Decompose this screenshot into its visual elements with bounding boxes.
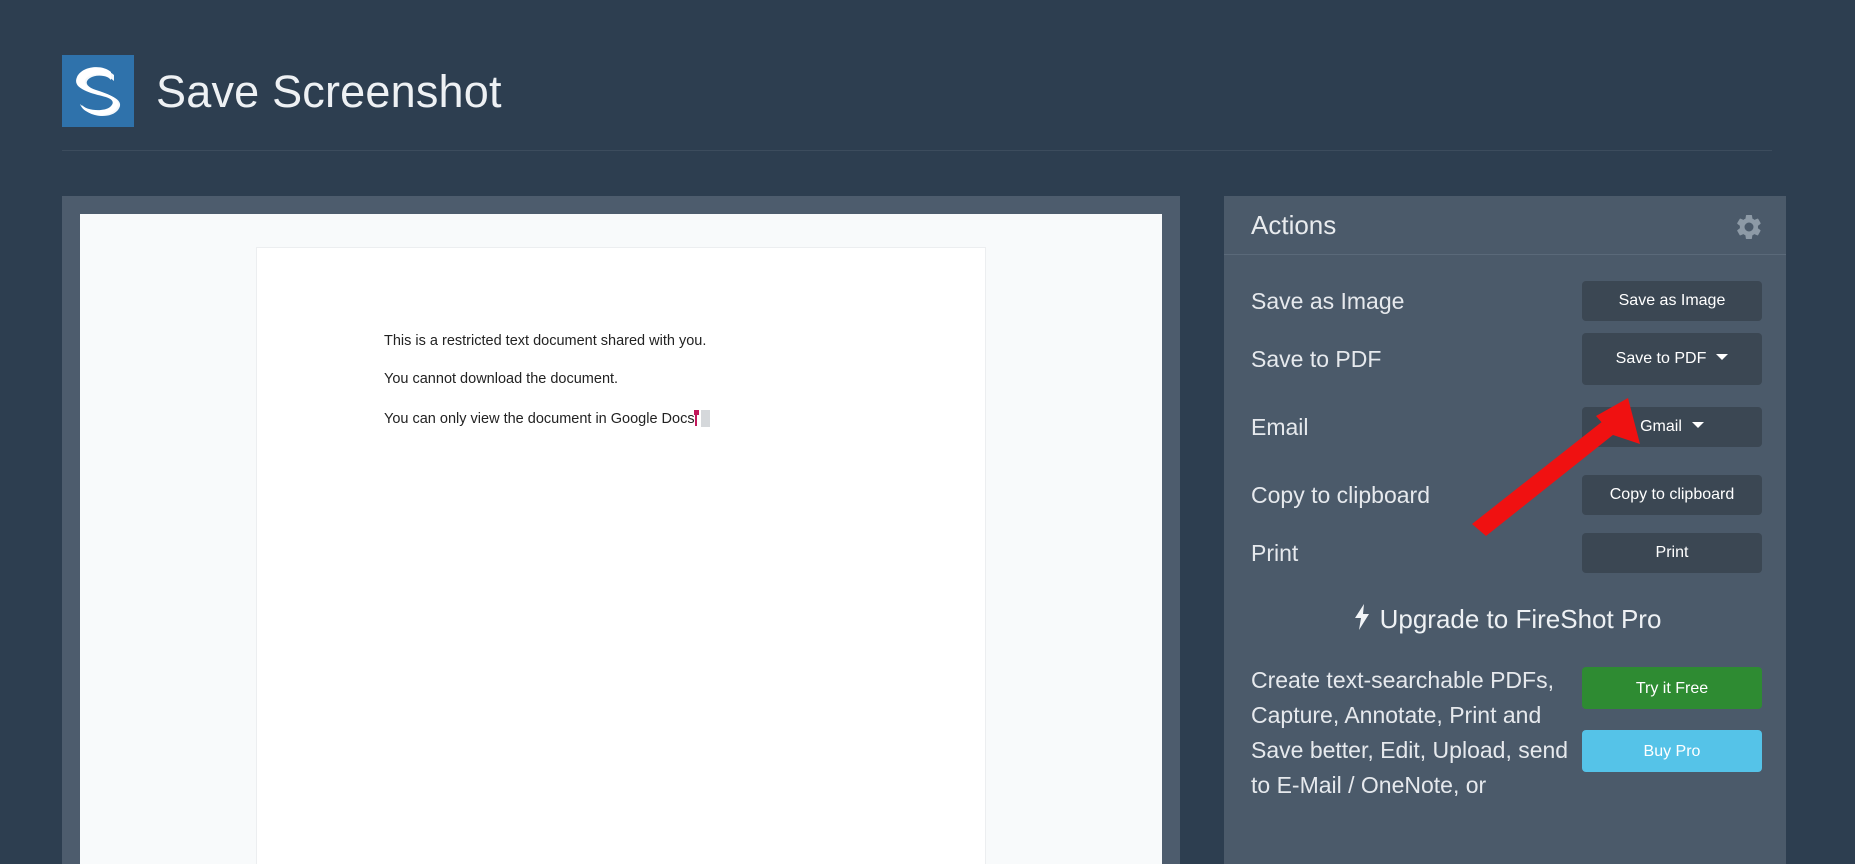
document-line-text: You can only view the document in Google… [384,410,695,427]
button-label: Gmail [1640,418,1682,435]
upgrade-title-text: Upgrade to FireShot Pro [1379,604,1662,634]
action-row-save-to-pdf: Save to PDF Save to PDF [1251,330,1762,388]
action-label: Print [1251,539,1299,566]
lightning-bolt-icon [1352,604,1372,637]
email-gmail-button[interactable]: Gmail [1582,407,1762,447]
document-line: This is a restricted text document share… [384,333,707,349]
text-caret-icon [693,409,699,426]
button-label: Save to PDF [1615,350,1707,367]
fireshot-s-logo-icon [62,55,134,127]
action-label: Save to PDF [1251,345,1382,372]
action-label: Email [1251,413,1309,440]
save-as-image-button[interactable]: Save as Image [1582,281,1762,321]
chevron-down-icon [1691,422,1704,428]
text-caret-cap-icon [693,409,699,415]
page-title: Save Screenshot [156,65,502,117]
document-line: You cannot download the document. [384,371,619,388]
upgrade-section: Upgrade to FireShot Pro Create text-sear… [1224,604,1786,803]
action-row-email: Email Gmail [1251,388,1762,466]
chevron-down-icon [1716,354,1729,360]
upgrade-description: Create text-searchable PDFs, Capture, An… [1251,667,1569,798]
try-it-free-button[interactable]: Try it Free [1582,667,1762,709]
action-row-copy-to-clipboard: Copy to clipboard Copy to clipboard [1251,466,1762,524]
document-line-with-caret: You can only view the document in Google… [384,409,924,428]
action-label: Copy to clipboard [1251,481,1430,508]
document-page: This is a restricted text document share… [256,247,986,864]
actions-list: Save as Image Save as Image Save to PDF … [1224,256,1786,582]
header-divider [62,150,1772,151]
upgrade-buttons: Try it Free Buy Pro [1582,663,1762,772]
save-screenshot-page: Save Screenshot This is a restricted tex… [0,0,1855,864]
document-preview-frame: This is a restricted text document share… [62,196,1180,864]
action-row-print: Print Print [1251,524,1762,582]
block-cursor-icon [700,409,710,427]
actions-panel-title: Actions [1251,210,1337,240]
action-row-save-as-image: Save as Image Save as Image [1251,272,1762,330]
action-label: Save as Image [1251,287,1405,314]
copy-to-clipboard-button[interactable]: Copy to clipboard [1582,475,1762,515]
document-preview-canvas[interactable]: This is a restricted text document share… [80,214,1162,864]
save-to-pdf-button[interactable]: Save to PDF [1582,333,1762,385]
actions-panel-header: Actions [1224,196,1786,256]
actions-panel: Actions Save as Image Save as Image Save… [1224,196,1786,864]
print-button[interactable]: Print [1582,533,1762,573]
upgrade-title: Upgrade to FireShot Pro [1251,604,1762,637]
buy-pro-button[interactable]: Buy Pro [1582,730,1762,772]
gear-icon[interactable] [1734,212,1764,242]
page-header: Save Screenshot [62,50,1772,151]
document-text: This is a restricted text document share… [384,333,924,428]
upgrade-body: Create text-searchable PDFs, Capture, An… [1251,663,1762,803]
brand: Save Screenshot [62,50,1772,132]
